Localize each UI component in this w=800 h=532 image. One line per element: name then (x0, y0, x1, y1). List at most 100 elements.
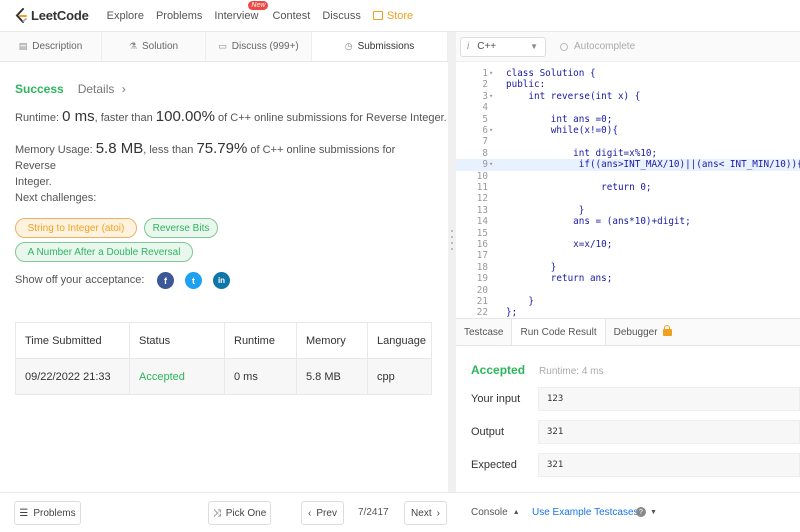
nav-discuss[interactable]: Discuss (322, 10, 361, 22)
autocomplete-toggle[interactable]: Autocomplete (560, 41, 635, 52)
nav-contest[interactable]: Contest (272, 10, 310, 22)
line-number: 12 (476, 193, 488, 205)
chevron-down-icon: ▼ (530, 41, 538, 51)
console-tabs: Testcase Run Code Result Debugger (456, 318, 800, 346)
tab-solution[interactable]: ⚗ Solution (102, 32, 206, 61)
tab-description[interactable]: ▤ Description (0, 32, 102, 61)
fold-arrow-icon[interactable]: ▾ (489, 91, 493, 102)
code-line[interactable]: 17 (456, 250, 800, 261)
tab-discuss[interactable]: ▭ Discuss (999+) (206, 32, 312, 61)
code-line[interactable]: 9 ▾ if((ans>INT_MAX/10)||(ans< INT_MIN/10… (456, 159, 800, 171)
tab-solution-label: Solution (141, 41, 179, 52)
cell-time: 09/22/2022 21:33 (16, 359, 130, 394)
language-value: C++ (477, 41, 497, 52)
caret-up-icon: ▲ (512, 509, 520, 516)
code-text: if((ans>INT_MAX/10)||(ans< INT_MIN/10)){ (506, 159, 800, 171)
nav-interview[interactable]: Interview New (214, 0, 269, 22)
code-line[interactable]: 15 (456, 228, 800, 239)
share-label: Show off your acceptance: (15, 274, 145, 286)
pick-one-button[interactable]: ⤨ Pick One (208, 501, 271, 525)
code-line[interactable]: 18 } (456, 262, 800, 273)
linkedin-icon[interactable]: in (213, 272, 230, 289)
tab-debugger-label: Debugger (613, 326, 658, 338)
submissions-table: Time Submitted Status Runtime Memory Lan… (15, 322, 432, 395)
code-line[interactable]: 16 x=x/10; (456, 239, 800, 250)
line-number: 2 (482, 79, 488, 91)
shuffle-icon: ⤨ (212, 507, 221, 519)
code-text: } (506, 296, 534, 307)
code-line[interactable]: 13 } (456, 205, 800, 216)
code-line[interactable]: 5 int ans =0; (456, 114, 800, 125)
code-line[interactable]: 12 (456, 193, 800, 204)
challenge-chip-atoi[interactable]: String to Integer (atoi) (15, 218, 137, 238)
line-number: 7 (482, 136, 488, 148)
nav-problems[interactable]: Problems (156, 10, 202, 22)
cell-runtime: 0 ms (225, 359, 297, 394)
fold-arrow-icon[interactable]: ▾ (489, 125, 493, 136)
clock-icon: ◷ (344, 41, 353, 51)
line-number: 5 (482, 113, 488, 125)
code-line[interactable]: 11 return 0; (456, 182, 800, 193)
fold-arrow-icon[interactable]: ▾ (489, 159, 493, 170)
details-link[interactable]: Details › (78, 82, 126, 96)
console-button[interactable]: Console ▲ (471, 507, 520, 518)
line-number: 6 (482, 125, 488, 136)
line-number: 1 (482, 68, 488, 79)
code-line[interactable]: 7 (456, 136, 800, 147)
use-example-testcases-link[interactable]: Use Example Testcases (532, 507, 639, 518)
code-line[interactable]: 21 } (456, 296, 800, 307)
bottom-bar: ☰ Problems ⤨ Pick One ‹ Prev 7/2417 Next… (0, 492, 800, 532)
leetcode-logo-icon (15, 7, 27, 23)
run-status: Accepted (471, 363, 526, 377)
code-text: int ans =0; (506, 113, 613, 125)
nav-explore[interactable]: Explore (107, 10, 144, 22)
tab-debugger[interactable]: Debugger (606, 319, 680, 345)
next-button[interactable]: Next › (404, 501, 447, 525)
cell-status[interactable]: Accepted (130, 359, 225, 394)
tab-run-code-result[interactable]: Run Code Result (511, 319, 606, 345)
description-icon: ▤ (18, 41, 28, 51)
line-number: 17 (476, 250, 488, 262)
problems-button[interactable]: ☰ Problems (14, 501, 81, 525)
line-number: 4 (482, 102, 488, 114)
code-text: ans = (ans*10)+digit; (506, 216, 691, 228)
lock-icon (662, 324, 672, 336)
line-number: 8 (482, 147, 488, 159)
nav-store[interactable]: Store (372, 10, 413, 22)
grip-dot (451, 230, 453, 232)
caret-down-icon: ▼ (650, 508, 657, 516)
chevron-right-icon: › (436, 507, 440, 519)
tab-submissions[interactable]: ◷ Submissions (312, 32, 448, 61)
line-number: 14 (476, 216, 488, 228)
facebook-icon[interactable]: f (157, 272, 174, 289)
tab-discuss-label: Discuss (999+) (231, 41, 299, 52)
line-number: 13 (476, 204, 488, 216)
table-row[interactable]: 09/22/2022 21:33 Accepted 0 ms 5.8 MB cp… (16, 359, 431, 394)
code-line[interactable]: 3 ▾ int reverse(int x) { (456, 91, 800, 102)
challenge-chip-double-reversal[interactable]: A Number After a Double Reversal (15, 242, 193, 262)
logo[interactable]: LeetCode (14, 7, 89, 24)
code-line[interactable]: 2 public: (456, 79, 800, 90)
code-line[interactable]: 1 ▾ class Solution { (456, 68, 800, 79)
line-number: 20 (476, 284, 488, 296)
problems-button-label: Problems (33, 507, 76, 519)
code-line[interactable]: 10 (456, 171, 800, 182)
help-button[interactable]: ? ▼ (636, 507, 657, 517)
code-line[interactable]: 14 ans = (ans*10)+digit; (456, 216, 800, 227)
language-select[interactable]: i C++ ▼ (460, 36, 546, 57)
fold-arrow-icon[interactable]: ▾ (489, 68, 493, 79)
code-line[interactable]: 20 (456, 285, 800, 296)
code-line[interactable]: 4 (456, 102, 800, 113)
code-text: int digit=x%10; (506, 147, 658, 159)
code-line[interactable]: 6 ▾ while(x!=0){ (456, 125, 800, 136)
line-number: 21 (476, 296, 488, 307)
challenge-chip-reverse-bits[interactable]: Reverse Bits (144, 218, 218, 238)
code-line[interactable]: 8 int digit=x%10; (456, 148, 800, 159)
twitter-icon[interactable]: t (185, 272, 202, 289)
prev-button[interactable]: ‹ Prev (301, 501, 344, 525)
pane-splitter[interactable] (448, 32, 456, 492)
code-line[interactable]: 19 return ans; (456, 273, 800, 284)
line-number: 18 (476, 261, 488, 273)
tab-testcase[interactable]: Testcase (456, 319, 511, 345)
code-editor[interactable]: 1 ▾ class Solution {2 public: 3 ▾ int reverse… (456, 68, 800, 350)
